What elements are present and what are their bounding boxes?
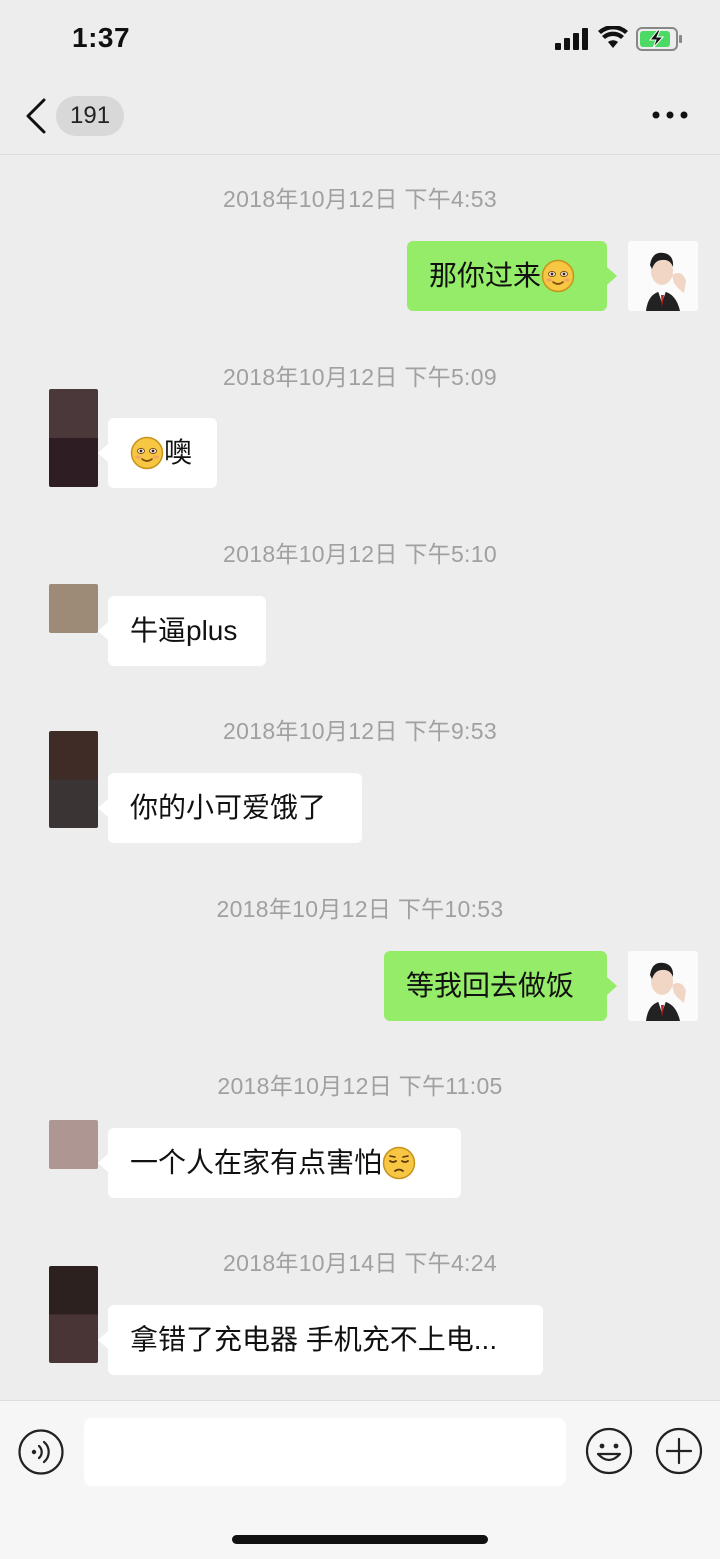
plus-icon[interactable] <box>655 1427 703 1475</box>
battery-charging-icon <box>636 27 682 51</box>
pensive-emoji-icon <box>382 1146 416 1180</box>
message-text: 牛逼plus <box>130 615 238 646</box>
message-timestamp: 2018年10月12日 下午11:05 <box>217 1073 503 1099</box>
contact-avatar[interactable] <box>49 584 98 633</box>
message-text: 那你过来 <box>429 260 542 291</box>
home-indicator <box>232 1535 488 1544</box>
outgoing-message-bubble[interactable]: 那你过来 <box>407 241 617 311</box>
message-text: 一个人在家有点害怕 <box>130 1147 383 1178</box>
back-button[interactable]: 191 <box>22 92 125 140</box>
smile-emoji-icon <box>130 436 164 469</box>
message-text: 你的小可爱饿了 <box>130 792 327 823</box>
message-timestamp: 2018年10月12日 下午4:53 <box>223 186 497 212</box>
message-timestamp: 2018年10月14日 下午4:24 <box>223 1250 497 1276</box>
incoming-message-bubble[interactable]: 拿错了充电器 手机充不上电... <box>98 1305 543 1375</box>
wifi-icon <box>598 26 628 48</box>
more-options-icon[interactable] <box>650 100 690 130</box>
outgoing-message-bubble[interactable]: 等我回去做饭 <box>384 951 617 1021</box>
message-timestamp: 2018年10月12日 下午5:09 <box>223 364 497 390</box>
signal-icon <box>555 28 588 50</box>
self-avatar[interactable] <box>628 241 698 311</box>
message-text: 拿错了充电器 手机充不上电... <box>130 1324 498 1355</box>
status-time: 1:37 <box>72 22 131 53</box>
contact-avatar[interactable] <box>49 389 98 487</box>
emoji-icon[interactable] <box>585 1427 633 1475</box>
incoming-message-bubble[interactable]: 牛逼plus <box>98 596 266 666</box>
contact-avatar[interactable] <box>49 731 98 828</box>
incoming-message-bubble[interactable]: 一个人在家有点害怕 <box>98 1128 461 1198</box>
incoming-message-bubble[interactable]: 你的小可爱饿了 <box>98 773 362 843</box>
contact-avatar[interactable] <box>49 1120 98 1169</box>
message-timestamp: 2018年10月12日 下午10:53 <box>216 896 504 922</box>
contact-avatar[interactable] <box>49 1266 98 1363</box>
message-text: 等我回去做饭 <box>406 970 575 1001</box>
message-text: 噢 <box>164 437 193 468</box>
unread-count-badge: 191 <box>56 96 125 136</box>
chevron-left-icon <box>26 98 46 134</box>
incoming-message-bubble[interactable]: 噢 <box>98 418 217 488</box>
self-avatar[interactable] <box>628 951 698 1021</box>
input-bar <box>0 1400 720 1559</box>
message-input[interactable] <box>84 1418 566 1486</box>
status-bar: 1:37 <box>0 0 720 78</box>
voice-icon[interactable] <box>18 1429 64 1475</box>
message-timestamp: 2018年10月12日 下午9:53 <box>223 718 497 744</box>
smile-emoji-icon <box>541 259 575 292</box>
nav-bar: 191 <box>0 78 720 155</box>
message-timestamp: 2018年10月12日 下午5:10 <box>223 541 497 567</box>
